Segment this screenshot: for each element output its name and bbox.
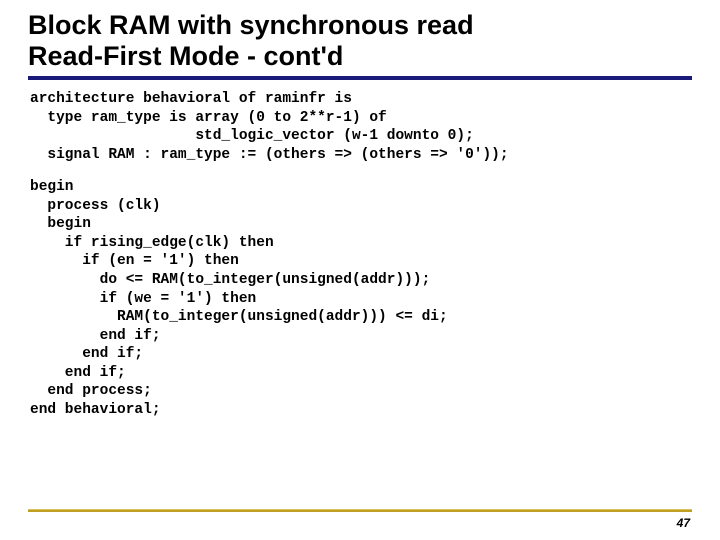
slide: Block RAM with synchronous read Read-Fir… [0, 0, 720, 540]
title-line-2: Read-First Mode - cont'd [28, 41, 692, 72]
code-block-body: begin process (clk) begin if rising_edge… [30, 178, 692, 419]
title-block: Block RAM with synchronous read Read-Fir… [28, 10, 692, 80]
page-number: 47 [677, 516, 690, 530]
title-line-1: Block RAM with synchronous read [28, 10, 692, 41]
footer-rule [28, 509, 692, 512]
code-block-declarations: architecture behavioral of raminfr is ty… [30, 90, 692, 164]
